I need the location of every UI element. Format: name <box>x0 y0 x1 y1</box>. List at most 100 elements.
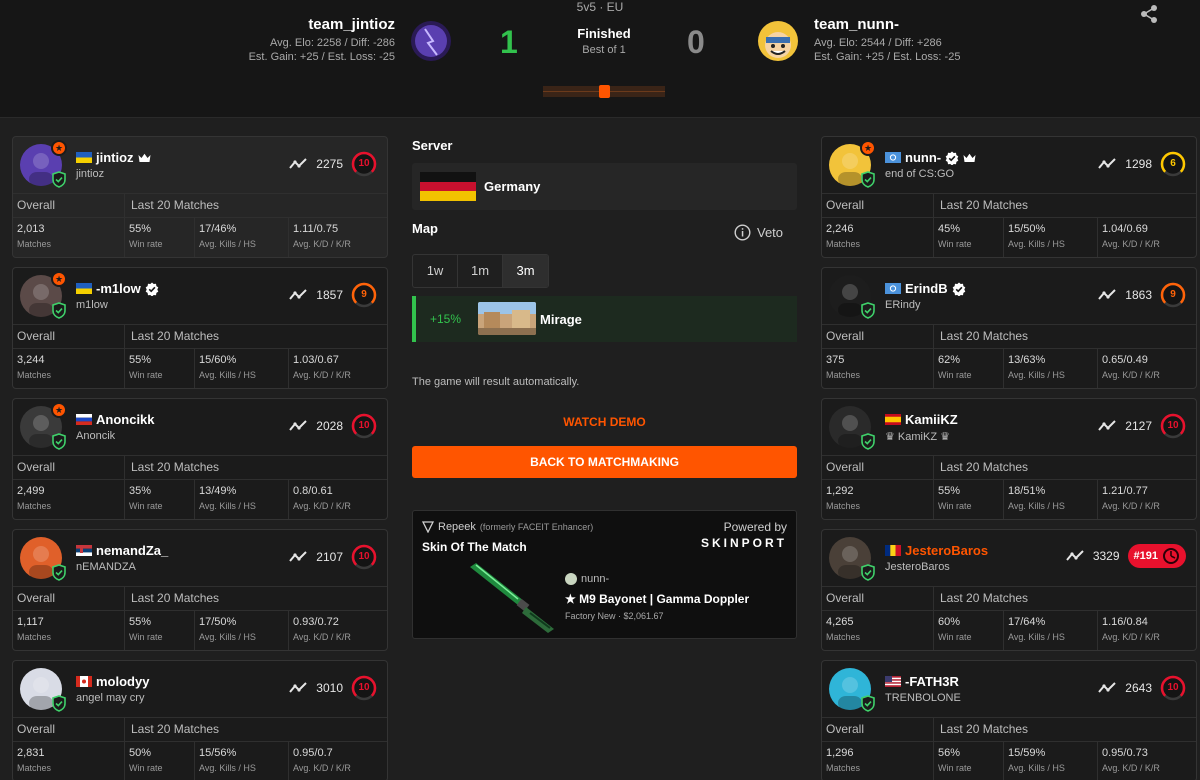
player-nickname[interactable]: molodyy <box>96 674 149 689</box>
stat-kills-value: 18/51% <box>1008 485 1046 497</box>
stat-matches: 375 Matches <box>822 349 934 388</box>
stat-matches-label: Matches <box>17 632 52 642</box>
stat-matches: 1,292 Matches <box>822 480 934 519</box>
skill-level-badge: 10 <box>1160 675 1186 701</box>
elo-trend-icon <box>289 420 307 431</box>
veto-button[interactable]: Veto <box>734 224 783 241</box>
stat-winrate-value: 60% <box>938 616 961 628</box>
team1-elo-stats: Avg. Elo: 2258 / Diff: -286 <box>270 37 395 49</box>
player-subtitle: nEMANDZA <box>76 561 136 573</box>
stat-matches-label: Matches <box>826 239 861 249</box>
stat-kd-value: 1.11/0.75 <box>293 223 339 235</box>
stat-kills: 17/46% Avg. Kills / HS <box>195 218 289 257</box>
stat-kd-label: Avg. K/D / K/R <box>293 370 351 380</box>
player-card[interactable]: JesteroBaros JesteroBaros 3329 #191 Overall L… <box>821 529 1197 651</box>
player-card[interactable]: KamiiKZ ♛ KamiKZ ♛ 2127 10 Overall Last 20 Ma… <box>821 398 1197 520</box>
server-name: Germany <box>484 179 541 194</box>
stat-matches-value: 2,499 <box>17 485 45 497</box>
player-name-row[interactable]: molodyy <box>76 674 149 689</box>
player-name-row[interactable]: -m1low <box>76 281 159 296</box>
elo-trend-icon <box>289 289 307 300</box>
stat-winrate-value: 55% <box>129 354 152 366</box>
player-nickname[interactable]: -m1low <box>96 281 141 296</box>
back-to-matchmaking-button[interactable]: BACK TO MATCHMAKING <box>412 446 797 478</box>
stat-matches-label: Matches <box>17 501 52 511</box>
player-card[interactable]: -FATH3R TRENBOLONE 2643 10 Overall Last 20 Ma… <box>821 660 1197 780</box>
tab-1m[interactable]: 1m <box>458 255 503 287</box>
player-subtitle: TRENBOLONE <box>885 692 961 704</box>
stat-winrate-value: 55% <box>129 223 152 235</box>
stat-kd-label: Avg. K/D / K/R <box>293 632 351 642</box>
share-icon[interactable] <box>1139 4 1159 24</box>
skinport-logo[interactable]: SKINPORT <box>701 536 787 550</box>
stat-winrate-label: Win rate <box>938 632 972 642</box>
player-card[interactable]: ★ jintioz jintioz 2275 10 Overall Last 20 Matc… <box>12 136 388 258</box>
anticheat-shield-icon <box>861 433 875 450</box>
elo-value: 2028 <box>316 419 343 433</box>
player-name-row[interactable]: KamiiKZ <box>885 412 958 427</box>
last20-label: Last 20 Matches <box>940 722 1029 736</box>
romania-flag-icon <box>885 545 901 556</box>
stat-kills: 18/51% Avg. Kills / HS <box>1004 480 1098 519</box>
challenger-rank-badge: #191 <box>1127 544 1186 568</box>
watch-demo-link[interactable]: WATCH DEMO <box>412 415 797 429</box>
repeek-note: (formerly FACEIT Enhancer) <box>479 522 594 532</box>
player-elo: 2275 10 <box>289 151 377 177</box>
player-nickname[interactable]: nemandZa_ <box>96 543 168 558</box>
player-card[interactable]: ★ Anoncikk Anoncik 2028 10 Overall Last 20 Mat… <box>12 398 388 520</box>
player-nickname[interactable]: KamiiKZ <box>905 412 958 427</box>
player-name-row[interactable]: nunn- <box>885 150 976 165</box>
tab-1w[interactable]: 1w <box>413 255 458 287</box>
tab-3m[interactable]: 3m <box>503 255 548 287</box>
stat-winrate-label: Win rate <box>938 501 972 511</box>
stats-header: Overall Last 20 Matches <box>822 324 1196 348</box>
player-card[interactable]: molodyy angel may cry 3010 10 Overall Last 20… <box>12 660 388 780</box>
crown-icon <box>963 153 976 162</box>
player-name-row[interactable]: jintioz <box>76 150 151 165</box>
player-card[interactable]: ★ -m1low m1low 1857 9 Overall Last 20 Matches 3… <box>12 267 388 389</box>
player-name-row[interactable]: nemandZa_ <box>76 543 168 558</box>
anticheat-shield-icon <box>52 695 66 712</box>
usa-flag-icon <box>885 676 901 687</box>
overall-label: Overall <box>822 718 934 741</box>
player-nickname[interactable]: jintioz <box>96 150 134 165</box>
stat-kd-value: 0.65/0.49 <box>1102 354 1148 366</box>
team1-score: 1 <box>500 24 518 60</box>
stats-values: 375 Matches 62% Win rate 13/63% Avg. Kills / … <box>822 348 1196 388</box>
stat-kd: 0.93/0.72 Avg. K/D / K/R <box>289 611 387 650</box>
elo-trend-icon <box>1098 420 1116 431</box>
map-winrate-diff: +15% <box>430 312 462 326</box>
player-nickname[interactable]: ErindB <box>905 281 948 296</box>
stat-winrate-label: Win rate <box>129 239 163 249</box>
anticheat-shield-icon <box>52 564 66 581</box>
overall-label: Overall <box>822 194 934 217</box>
team2-name[interactable]: team_nunn- <box>814 16 960 33</box>
elo-trend-icon <box>1065 550 1084 561</box>
team1-avatar[interactable] <box>411 21 451 61</box>
player-card[interactable]: nemandZa_ nEMANDZA 2107 10 Overall Last 20 Ma… <box>12 529 388 651</box>
stat-kills: 15/50% Avg. Kills / HS <box>1004 218 1098 257</box>
stat-kills: 17/64% Avg. Kills / HS <box>1004 611 1098 650</box>
player-elo: 1298 6 <box>1098 151 1186 177</box>
overall-label: Overall <box>822 325 934 348</box>
player-card[interactable]: ★ nunn-end of CS:GO 1298 6 Overall Last 20 Ma… <box>821 136 1197 258</box>
stat-kd-label: Avg. K/D / K/R <box>1102 239 1160 249</box>
player-subtitle: Anoncik <box>76 430 116 442</box>
serbia-flag-icon <box>76 545 92 556</box>
player-nickname[interactable]: Anoncikk <box>96 412 155 427</box>
stat-kills: 17/50% Avg. Kills / HS <box>195 611 289 650</box>
team1-name[interactable]: team_jintioz <box>249 16 395 33</box>
player-name-row[interactable]: ErindB <box>885 281 966 296</box>
player-card[interactable]: ErindB ERindy 1863 9 Overall Last 20 Matches 3… <box>821 267 1197 389</box>
player-name-row[interactable]: -FATH3R <box>885 674 959 689</box>
match-header: 5v5 · EU team_jintioz Avg. Elo: 2258 / D… <box>0 0 1200 118</box>
overall-label: Overall <box>13 587 125 610</box>
team2-avatar[interactable] <box>758 21 798 61</box>
player-nickname[interactable]: JesteroBaros <box>905 543 988 558</box>
player-name-row[interactable]: JesteroBaros <box>885 543 988 558</box>
stat-kd: 0.8/0.61 Avg. K/D / K/R <box>289 480 387 519</box>
overall-label: Overall <box>822 456 934 479</box>
player-nickname[interactable]: -FATH3R <box>905 674 959 689</box>
player-nickname[interactable]: nunn- <box>905 150 941 165</box>
player-name-row[interactable]: Anoncikk <box>76 412 155 427</box>
